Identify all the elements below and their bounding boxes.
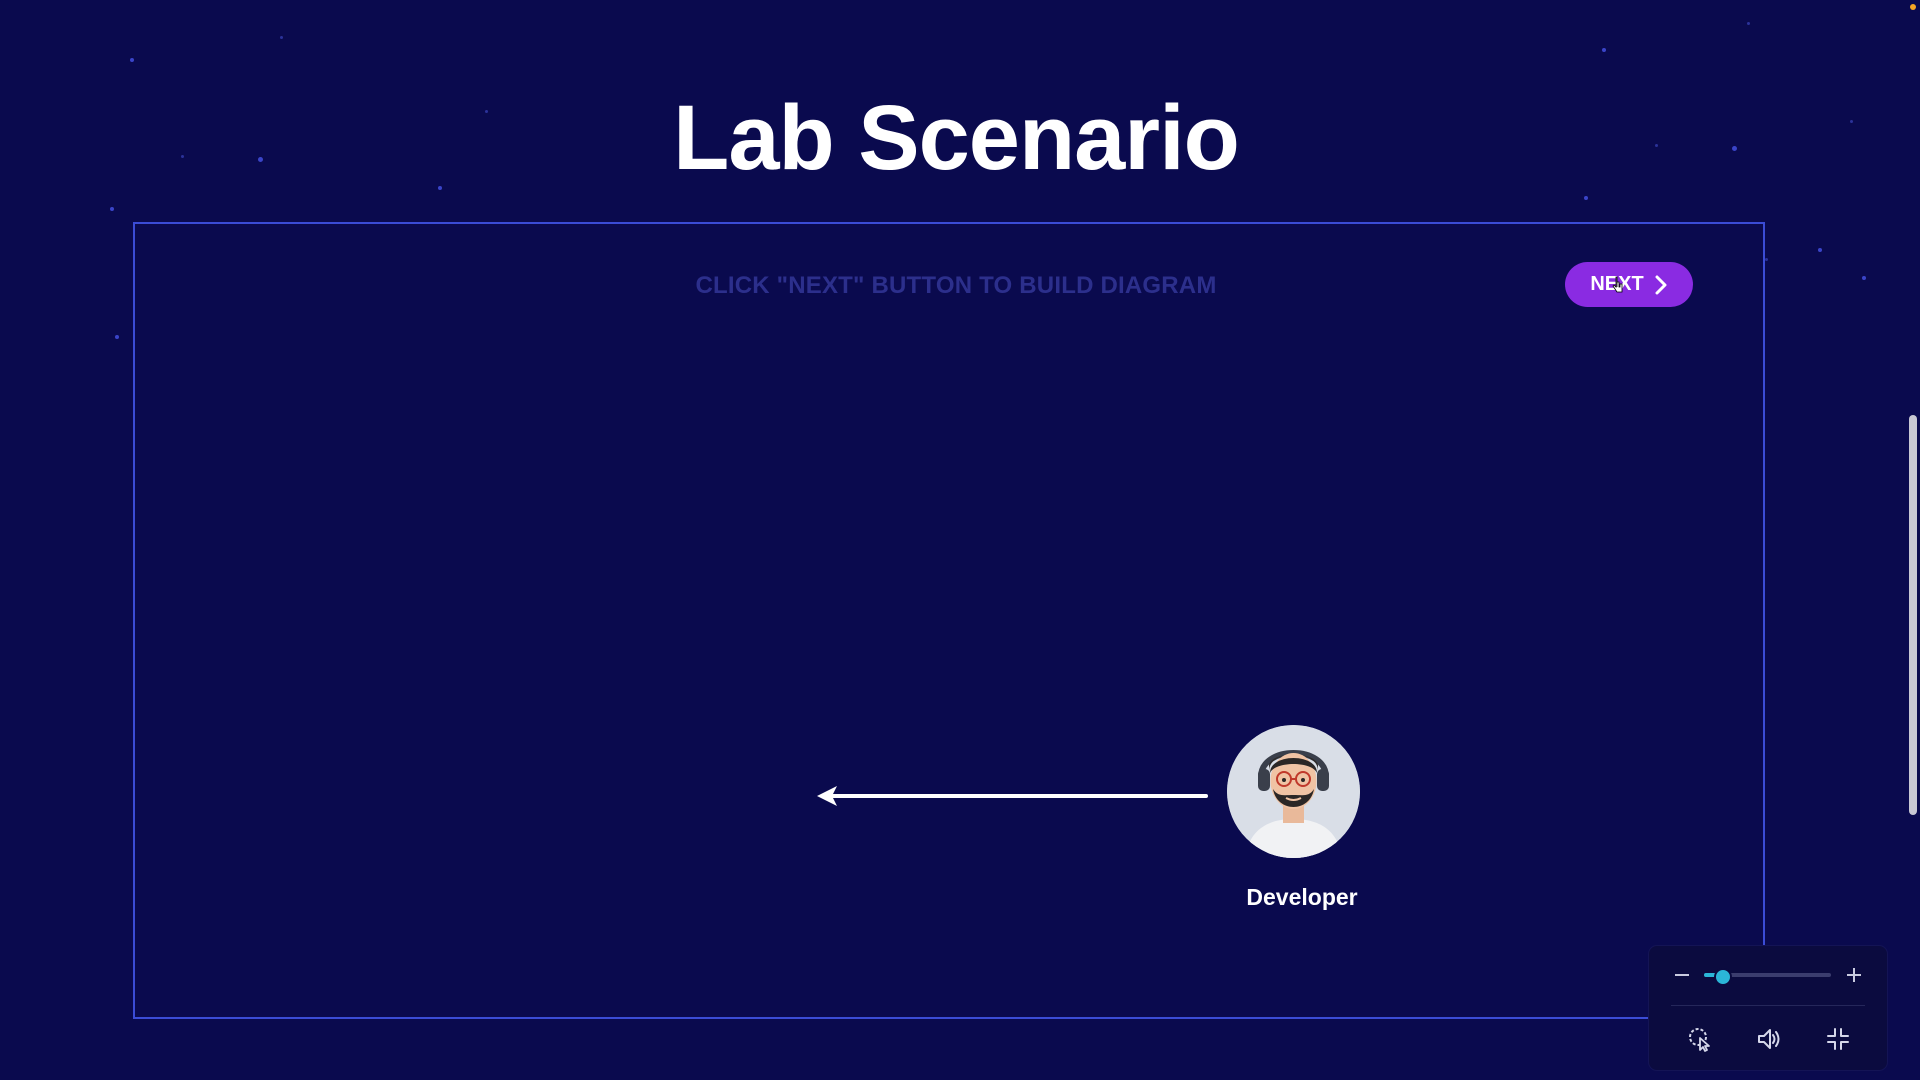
arrow-left-icon [817, 786, 1208, 806]
volume-icon[interactable] [1756, 1026, 1782, 1052]
zoom-slider-thumb[interactable] [1714, 968, 1733, 986]
next-button[interactable]: NEXT [1565, 262, 1693, 307]
mouse-cursor-icon [1612, 276, 1623, 293]
plus-icon[interactable] [1845, 966, 1863, 984]
player-controls [1649, 946, 1887, 1070]
chevron-right-icon [1655, 275, 1667, 294]
developer-label: Developer [1246, 884, 1358, 910]
zoom-control [1649, 946, 1887, 1004]
developer-avatar [1227, 725, 1360, 858]
page-title: Lab Scenario [673, 87, 1240, 189]
status-dot [1910, 4, 1916, 10]
scrollbar-thumb[interactable] [1909, 415, 1917, 815]
exit-fullscreen-icon[interactable] [1825, 1026, 1851, 1052]
lab-scenario-slide: Lab Scenario CLICK "NEXT" BUTTON TO BUIL… [0, 0, 1920, 1080]
controls-divider [1671, 1005, 1865, 1006]
pointer-icon[interactable] [1687, 1026, 1713, 1052]
minus-icon[interactable] [1673, 966, 1691, 984]
diagram-canvas [133, 222, 1765, 1019]
developer-icon [1227, 725, 1360, 858]
